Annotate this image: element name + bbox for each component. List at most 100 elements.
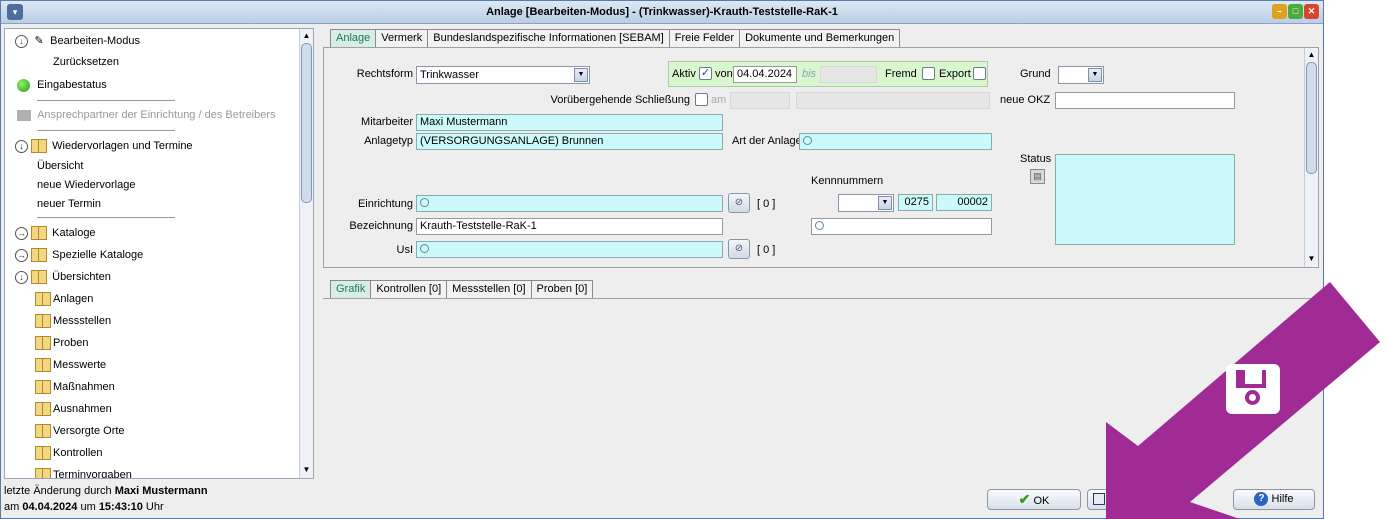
collapse-icon[interactable]: ↓ — [15, 139, 28, 153]
bezeichnung-input[interactable]: Krauth-Teststelle-RaK-1 — [416, 218, 723, 235]
search-icon[interactable] — [803, 136, 812, 145]
list-item[interactable]: Proben — [35, 333, 88, 353]
kennnummer-search-input[interactable] — [811, 218, 992, 235]
link-button[interactable]: ⊘ — [728, 193, 750, 213]
status-date: 04.04.2024 — [22, 501, 78, 513]
export-label: Export — [939, 68, 971, 80]
bis-date-input[interactable] — [820, 66, 877, 83]
neue-okz-input[interactable] — [1055, 92, 1235, 109]
tab-item[interactable]: Proben [0] — [530, 280, 594, 298]
fremd-checkbox[interactable] — [922, 67, 935, 80]
sidebar-item-catalogs[interactable]: → Kataloge — [15, 223, 96, 243]
closure-reason-input[interactable] — [796, 92, 990, 109]
aktiv-checkbox[interactable]: ✓ — [699, 67, 712, 80]
sidebar-item-reset[interactable]: Zurücksetzen — [53, 52, 119, 72]
list-item[interactable]: Ausnahmen — [35, 399, 112, 419]
scroll-thumb[interactable] — [1306, 62, 1317, 174]
tab-item[interactable]: Kontrollen [0] — [370, 280, 448, 298]
list-item[interactable]: Kontrollen — [35, 443, 103, 463]
scroll-thumb[interactable] — [301, 43, 312, 203]
expand-icon[interactable]: → — [15, 248, 28, 262]
scroll-down-icon[interactable]: ▼ — [1305, 252, 1318, 265]
minimize-icon[interactable]: – — [1272, 4, 1287, 19]
kennnummer-2-input[interactable]: 00002 — [936, 194, 992, 211]
tab-item[interactable]: Dokumente und Bemerkungen — [739, 29, 901, 47]
book-icon — [31, 248, 48, 263]
closure-checkbox[interactable] — [695, 93, 708, 106]
von-date-input[interactable]: 04.04.2024 — [733, 66, 797, 83]
status-label: Status — [1020, 153, 1052, 165]
search-icon[interactable] — [420, 244, 429, 253]
sidebar-item-input-status[interactable]: Eingabestatus — [17, 75, 107, 95]
tab-item[interactable]: Grafik — [330, 280, 372, 298]
detail-tabs: Grafik Kontrollen [0] Messstellen [0] Probe… — [330, 280, 594, 298]
kennnummer-1-input[interactable]: 0275 — [898, 194, 933, 211]
art-der-anlage-input[interactable] — [799, 133, 992, 150]
search-icon[interactable] — [420, 198, 429, 207]
sidebar-item-new-appointment[interactable]: neuer Termin — [37, 194, 101, 214]
chevron-down-icon: ▼ — [1088, 68, 1102, 82]
sidebar-item-overviews[interactable]: ↓ Übersichten — [15, 267, 111, 287]
book-icon — [35, 402, 51, 417]
ok-button[interactable]: ✔ OK — [987, 489, 1081, 510]
chevron-down-icon: ▼ — [574, 68, 588, 82]
scroll-up-icon[interactable]: ▲ — [300, 29, 313, 42]
neue-okz-label: neue OKZ — [1000, 94, 1051, 106]
book-icon — [35, 424, 51, 439]
expand-icon[interactable]: → — [15, 226, 28, 240]
anlagetyp-input[interactable]: (VERSORGUNGSANLAGE) Brunnen — [416, 133, 723, 150]
tab-item[interactable]: Anlage — [330, 29, 377, 47]
sidebar-item-special-catalogs[interactable]: → Spezielle Kataloge — [15, 245, 143, 265]
floppy-disk-icon — [1226, 364, 1280, 414]
mitarbeiter-input[interactable]: Maxi Mustermann — [416, 114, 723, 131]
closure-label: Vorübergehende Schließung — [550, 94, 690, 106]
search-icon[interactable] — [815, 221, 824, 230]
status-bar: letzte Änderung durch Maxi Mustermann am… — [4, 483, 314, 517]
collapse-icon[interactable]: ↓ — [15, 270, 28, 284]
am-label: am — [711, 94, 727, 106]
kennnummer-prefix-select[interactable]: ▼ — [838, 194, 894, 212]
notepad-icon[interactable]: ▤ — [1030, 169, 1045, 184]
collapse-icon[interactable]: ↓ — [15, 34, 28, 48]
list-item[interactable]: Messstellen — [35, 311, 111, 331]
tab-item[interactable]: Messstellen [0] — [446, 280, 532, 298]
list-item-label: Anlagen — [53, 293, 94, 305]
bezeichnung-label: Bezeichnung — [349, 220, 413, 232]
list-item[interactable]: Versorgte Orte — [35, 421, 125, 441]
rechtsform-select[interactable]: Trinkwasser ▼ — [416, 66, 590, 84]
list-item[interactable]: Maßnahmen — [35, 377, 115, 397]
close-icon[interactable]: ✕ — [1304, 4, 1319, 19]
folder-icon — [17, 109, 31, 121]
book-icon — [35, 468, 51, 478]
sidebar-scrollbar[interactable]: ▲ ▼ — [299, 29, 313, 478]
usi-input[interactable] — [416, 241, 723, 258]
sidebar-item-edit-mode[interactable]: ↓ ✎ Bearbeiten-Modus — [15, 31, 140, 51]
sidebar-item-new-resubmission[interactable]: neue Wiedervorlage — [37, 175, 135, 195]
list-item-label: Ausnahmen — [53, 403, 112, 415]
aktiv-label: Aktiv — [672, 68, 696, 80]
tab-item[interactable]: Freie Felder — [668, 29, 741, 47]
list-item[interactable]: Terminvorgaben — [35, 465, 132, 478]
book-icon — [31, 270, 48, 285]
status-text: Uhr — [142, 501, 164, 513]
einrichtung-input[interactable] — [416, 195, 723, 212]
status-textarea[interactable] — [1055, 154, 1235, 245]
maximize-icon[interactable]: □ — [1288, 4, 1303, 19]
export-checkbox[interactable] — [973, 67, 986, 80]
sidebar-item-overview[interactable]: Übersicht — [37, 156, 83, 176]
usi-count: [ 0 ] — [757, 244, 776, 256]
book-icon — [31, 139, 48, 154]
tab-item[interactable]: Vermerk — [375, 29, 429, 47]
von-label: von — [715, 68, 733, 80]
grund-select[interactable]: ▼ — [1058, 66, 1104, 84]
sidebar-item-resubmissions[interactable]: ↓ Wiedervorlagen und Termine — [15, 136, 193, 156]
list-item[interactable]: Anlagen — [35, 289, 93, 309]
divider — [37, 100, 175, 101]
link-button[interactable]: ⊘ — [728, 239, 750, 259]
tab-item[interactable]: Bundeslandspezifische Informationen [SEB… — [427, 29, 670, 47]
scroll-down-icon[interactable]: ▼ — [300, 463, 313, 476]
closure-date-input[interactable] — [730, 92, 790, 109]
scroll-up-icon[interactable]: ▲ — [1305, 48, 1318, 61]
list-item[interactable]: Messwerte — [35, 355, 106, 375]
form-scrollbar[interactable]: ▲ ▼ — [1304, 48, 1318, 267]
